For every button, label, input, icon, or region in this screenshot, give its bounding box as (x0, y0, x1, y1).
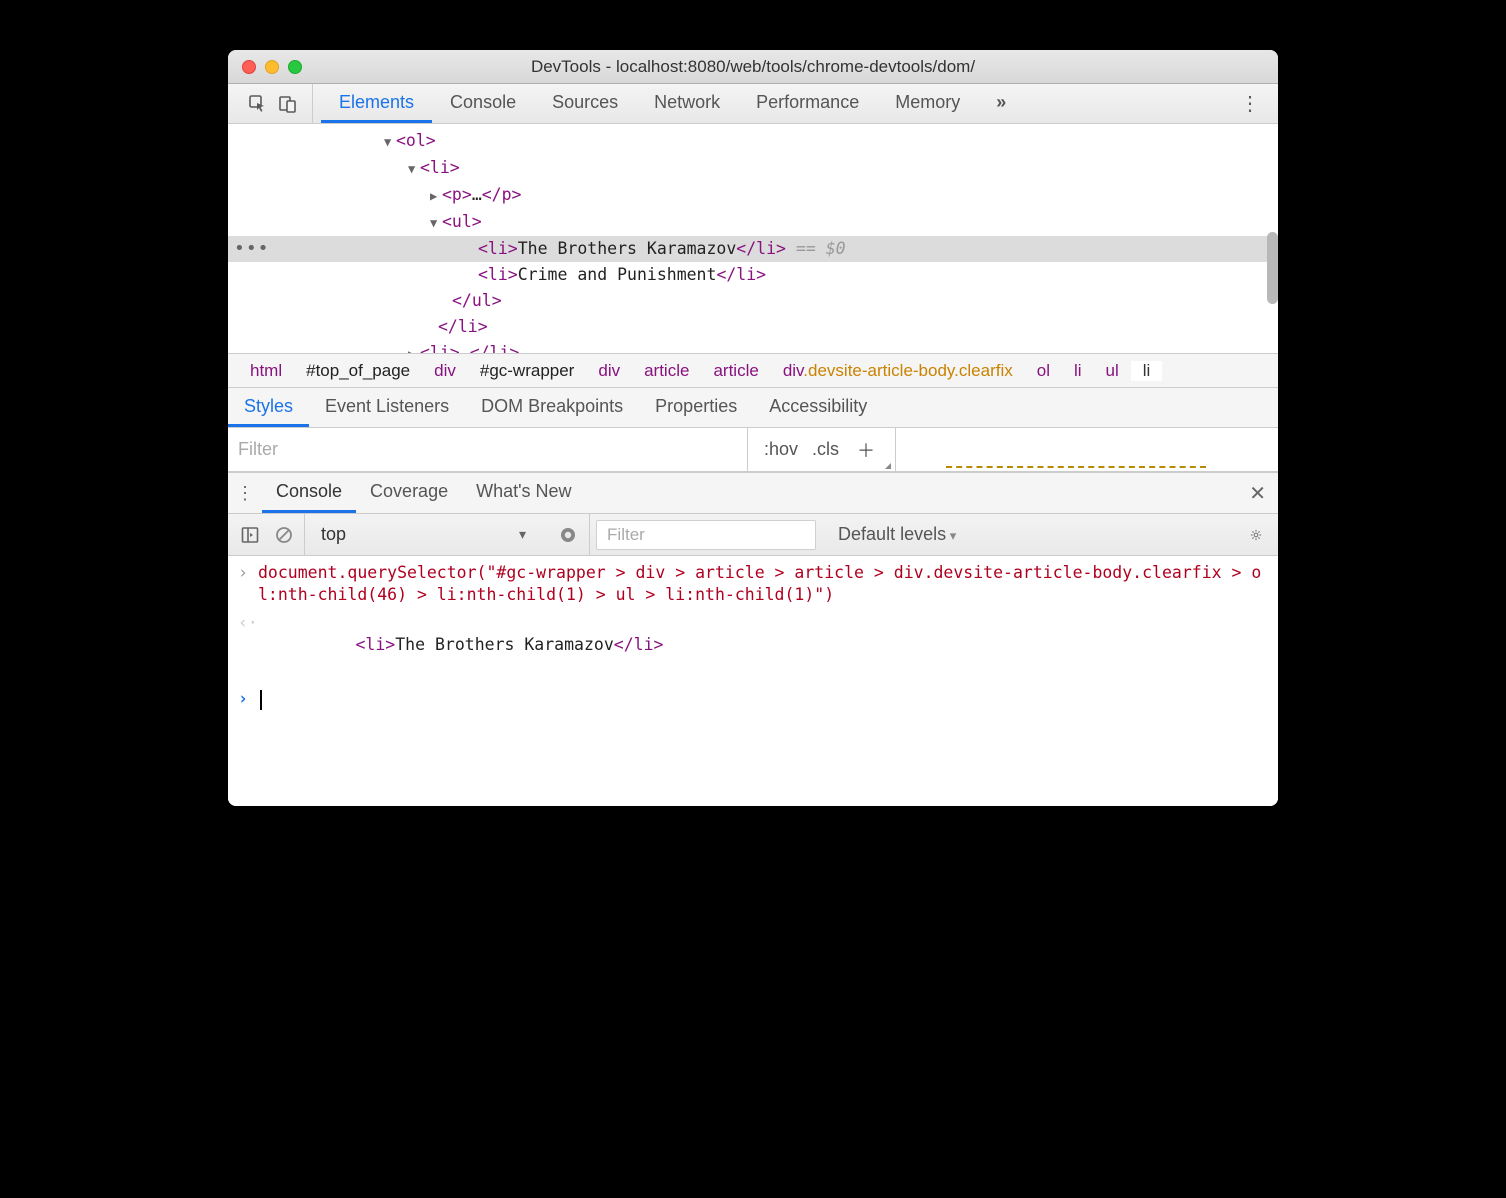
dom-tree-row[interactable]: •••<li>The Brothers Karamazov</li> == $0 (228, 236, 1278, 262)
subtab-accessibility[interactable]: Accessibility (753, 388, 883, 427)
clear-console-icon[interactable] (270, 521, 298, 549)
breadcrumb-item[interactable]: #top_of_page (294, 361, 422, 381)
traffic-lights (228, 60, 302, 74)
console-input-code: document.querySelector("#gc-wrapper > di… (258, 562, 1268, 606)
tab-network[interactable]: Network (636, 84, 738, 123)
breadcrumb-item[interactable]: div (422, 361, 468, 381)
tab-memory[interactable]: Memory (877, 84, 978, 123)
toolbar-left-group (234, 84, 313, 123)
console-filter-input[interactable] (596, 520, 816, 550)
console-prompt-row[interactable]: › (238, 688, 1268, 710)
prompt-chevron-icon: › (238, 688, 258, 710)
breadcrumb-item[interactable]: li (1131, 361, 1163, 381)
console-context-select[interactable]: top (304, 514, 540, 555)
styles-subtabs: Styles Event Listeners DOM Breakpoints P… (228, 388, 1278, 428)
console-output-node[interactable]: <li>The Brothers Karamazov</li> (258, 612, 1268, 678)
devtools-window: DevTools - localhost:8080/web/tools/chro… (228, 50, 1278, 806)
console-toolbar: top Default levels (228, 514, 1278, 556)
macos-titlebar: DevTools - localhost:8080/web/tools/chro… (228, 50, 1278, 84)
chevron-right-icon: › (238, 562, 258, 606)
window-title: DevTools - localhost:8080/web/tools/chro… (228, 57, 1278, 77)
close-window-button[interactable] (242, 60, 256, 74)
dom-tree-row[interactable]: </li> (228, 314, 1278, 340)
breadcrumb-item[interactable]: #gc-wrapper (468, 361, 587, 381)
dom-tree-row[interactable]: </ul> (228, 288, 1278, 314)
subtab-event-listeners[interactable]: Event Listeners (309, 388, 465, 427)
console-output[interactable]: › document.querySelector("#gc-wrapper > … (228, 556, 1278, 806)
hov-cls-group: :hov .cls ＋ (748, 428, 896, 471)
dom-tree-row[interactable]: ▼<ul> (228, 209, 1278, 236)
dom-tree-row[interactable]: ▶<p>…</p> (228, 182, 1278, 209)
tab-elements[interactable]: Elements (321, 84, 432, 123)
console-prompt-input[interactable] (258, 688, 1268, 710)
main-toolbar: Elements Console Sources Network Perform… (228, 84, 1278, 124)
scrollbar-thumb[interactable] (1267, 232, 1278, 304)
device-toolbar-icon[interactable] (274, 90, 302, 118)
console-context-value: top (309, 524, 536, 545)
dom-tree-panel[interactable]: ▼<ol>▼<li>▶<p>…</p>▼<ul>•••<li>The Broth… (228, 124, 1278, 354)
subtab-dom-breakpoints[interactable]: DOM Breakpoints (465, 388, 639, 427)
console-levels-select[interactable]: Default levels (822, 524, 972, 545)
drawer-tab-coverage[interactable]: Coverage (356, 473, 462, 513)
dom-tree-row[interactable]: ▼<ol> (228, 128, 1278, 155)
drawer-close-icon[interactable]: ✕ (1237, 473, 1278, 513)
breadcrumb-item[interactable]: li (1062, 361, 1094, 381)
dom-tree-row[interactable]: <li>Crime and Punishment</li> (228, 262, 1278, 288)
minimize-window-button[interactable] (265, 60, 279, 74)
hov-toggle[interactable]: :hov (764, 439, 798, 460)
live-expression-icon[interactable] (546, 514, 590, 555)
new-style-rule-icon[interactable]: ＋ (853, 437, 879, 463)
breadcrumb-item[interactable]: div (586, 361, 632, 381)
breadcrumb-item[interactable]: html (238, 361, 294, 381)
styles-filter-input[interactable] (228, 428, 748, 471)
maximize-window-button[interactable] (288, 60, 302, 74)
box-model-preview (946, 466, 1206, 472)
tab-performance[interactable]: Performance (738, 84, 877, 123)
tabs-overflow-icon[interactable]: » (978, 84, 1024, 123)
styles-filter-row: :hov .cls ＋ (228, 428, 1278, 472)
cls-toggle[interactable]: .cls (812, 439, 839, 460)
inspect-element-icon[interactable] (244, 90, 272, 118)
breadcrumb-item[interactable]: ol (1025, 361, 1062, 381)
drawer-tabs: ⋮ Console Coverage What's New ✕ (228, 472, 1278, 514)
tab-sources[interactable]: Sources (534, 84, 636, 123)
dom-tree[interactable]: ▼<ol>▼<li>▶<p>…</p>▼<ul>•••<li>The Broth… (228, 124, 1278, 354)
breadcrumb-item[interactable]: article (632, 361, 701, 381)
dom-tree-row[interactable]: ▼<li> (228, 155, 1278, 182)
main-tabs: Elements Console Sources Network Perform… (313, 84, 1228, 123)
dom-tree-row[interactable]: ▶<li>…</li> (228, 340, 1278, 354)
drawer-tab-whats-new[interactable]: What's New (462, 473, 585, 513)
breadcrumb-item[interactable]: div.devsite-article-body.clearfix (771, 361, 1025, 381)
subtab-styles[interactable]: Styles (228, 388, 309, 427)
drawer-tab-console[interactable]: Console (262, 473, 356, 513)
dom-breadcrumb[interactable]: html#top_of_pagediv#gc-wrapperdivarticle… (228, 354, 1278, 388)
console-settings-icon[interactable] (1242, 521, 1270, 549)
tab-console[interactable]: Console (432, 84, 534, 123)
breadcrumb-item[interactable]: article (701, 361, 770, 381)
toolbar-right-group: ⋮ (1228, 90, 1272, 118)
more-menu-icon[interactable]: ⋮ (1236, 90, 1264, 118)
chevron-left-icon: ‹· (238, 612, 258, 678)
console-sidebar-toggle-icon[interactable] (236, 521, 264, 549)
console-output-row: ‹· <li>The Brothers Karamazov</li> (238, 612, 1268, 678)
subtab-properties[interactable]: Properties (639, 388, 753, 427)
console-input-row: › document.querySelector("#gc-wrapper > … (238, 562, 1268, 606)
breadcrumb-item[interactable]: ul (1094, 361, 1131, 381)
drawer-menu-icon[interactable]: ⋮ (228, 473, 262, 513)
